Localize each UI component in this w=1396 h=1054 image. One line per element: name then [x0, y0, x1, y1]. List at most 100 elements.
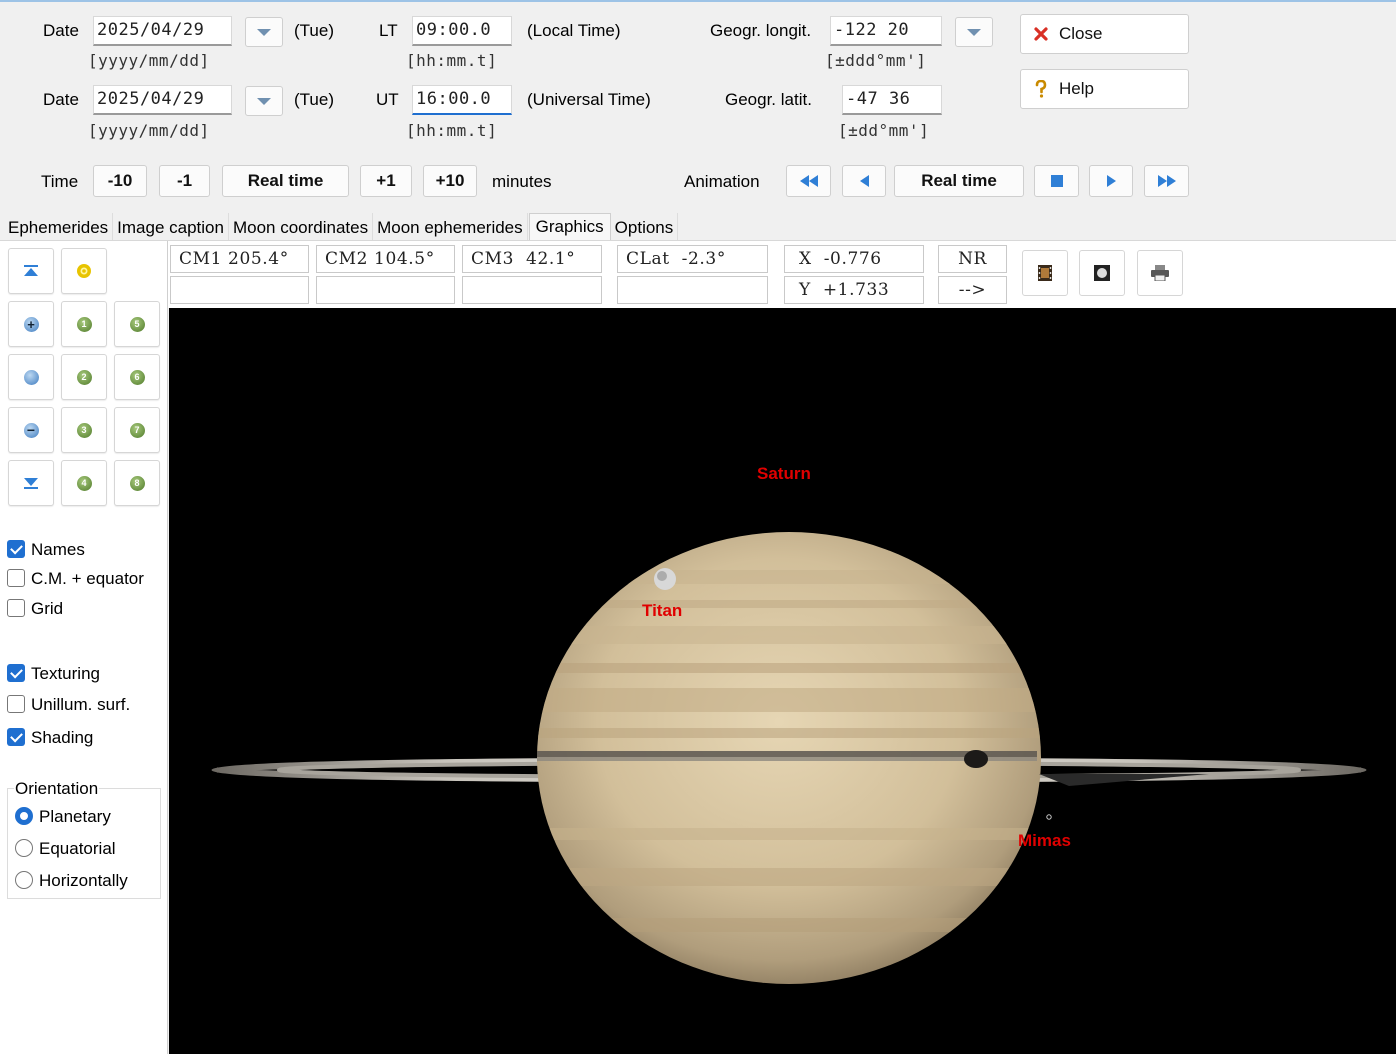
print-button[interactable] — [1137, 250, 1183, 296]
unillum-checkbox[interactable] — [7, 695, 25, 713]
ut-label: UT — [376, 90, 399, 109]
moon-5-button[interactable]: 5 — [114, 301, 160, 347]
tab-graphics[interactable]: Graphics — [528, 213, 611, 242]
fast-rewind-icon — [799, 175, 818, 187]
zoom-in-button[interactable]: + — [8, 301, 54, 347]
play-reverse-icon — [859, 175, 869, 187]
moon-8-icon: 8 — [129, 475, 145, 491]
planet-view[interactable]: Saturn Titan Mimas — [169, 308, 1396, 1054]
ring-front-light — [537, 757, 1037, 761]
tab-moon-coordinates[interactable]: Moon coordinates — [228, 213, 374, 241]
date-field-1[interactable]: 2025/04/29 — [93, 16, 232, 46]
fast-forward-button[interactable] — [1144, 165, 1189, 197]
date-dropdown-1[interactable] — [245, 17, 283, 47]
help-label: Help — [1059, 79, 1094, 98]
tab-moon-ephemerides[interactable]: Moon ephemerides — [373, 213, 528, 241]
reset-zoom-button[interactable] — [8, 354, 54, 400]
lt-field[interactable]: 09:00.0 — [412, 16, 512, 46]
planet-image-icon — [1094, 265, 1110, 281]
texturing-checkbox[interactable] — [7, 664, 25, 682]
shading-label: Shading — [31, 728, 94, 747]
equatorial-radio[interactable] — [15, 839, 33, 857]
direction-arrow[interactable]: --> — [938, 276, 1007, 304]
moon-3-button[interactable]: 3 — [61, 407, 107, 453]
moon-4-icon: 4 — [76, 475, 92, 491]
image-button[interactable] — [1079, 250, 1125, 296]
move-top-button[interactable] — [8, 248, 54, 294]
close-label: Close — [1059, 24, 1103, 43]
sun-center-button[interactable] — [61, 248, 107, 294]
date-hint-1: [yyyy/mm/dd] — [88, 51, 210, 70]
step-back-button[interactable] — [842, 165, 886, 197]
tab-options[interactable]: Options — [610, 213, 679, 241]
horizontally-radio[interactable] — [15, 871, 33, 889]
lt-hint: [hh:mm.t] — [406, 51, 498, 70]
titan-shadow — [964, 750, 988, 768]
tab-ephemerides[interactable]: Ephemerides — [4, 213, 114, 241]
film-button[interactable] — [1022, 250, 1068, 296]
longitude-hint: [±ddd°mm'] — [825, 51, 927, 70]
names-label: Names — [31, 540, 85, 559]
moon-6-button[interactable]: 6 — [114, 354, 160, 400]
stop-icon — [1050, 175, 1063, 187]
help-button[interactable]: Help — [1020, 69, 1189, 109]
date-label-1: Date — [43, 21, 79, 40]
cm1-extra — [170, 276, 309, 304]
plus-1-button[interactable]: +1 — [360, 165, 412, 197]
zoom-out-button[interactable]: − — [8, 407, 54, 453]
orientation-legend: Orientation — [14, 779, 100, 799]
minus-10-button[interactable]: -10 — [93, 165, 147, 197]
mimas-label: Mimas — [1018, 831, 1071, 850]
saturn-label: Saturn — [757, 464, 811, 483]
planetary-radio[interactable] — [15, 807, 33, 825]
move-bottom-button[interactable] — [8, 460, 54, 506]
fast-rewind-button[interactable] — [786, 165, 831, 197]
ut-field[interactable]: 16:00.0 — [412, 85, 512, 115]
moon-1-button[interactable]: 1 — [61, 301, 107, 347]
time-label: Time — [41, 172, 79, 191]
weekday-1: (Tue) — [294, 21, 334, 40]
chevron-down-icon — [967, 28, 981, 36]
shading-checkbox[interactable] — [7, 728, 25, 746]
names-checkbox[interactable] — [7, 540, 25, 558]
play-icon — [1106, 175, 1116, 187]
fast-forward-icon — [1157, 175, 1176, 187]
moon-7-button[interactable]: 7 — [114, 407, 160, 453]
plus-10-button[interactable]: +10 — [423, 165, 477, 197]
equatorial-label: Equatorial — [39, 839, 116, 858]
tab-image-caption[interactable]: Image caption — [113, 213, 229, 241]
animation-realtime-button[interactable]: Real time — [894, 165, 1024, 197]
stop-button[interactable] — [1034, 165, 1079, 197]
date-field-2[interactable]: 2025/04/29 — [93, 85, 232, 115]
close-button[interactable]: Close — [1020, 14, 1189, 54]
unillum-label: Unillum. surf. — [31, 695, 131, 714]
cm-equator-checkbox[interactable] — [7, 569, 25, 587]
nr-readout: NR — [938, 245, 1007, 273]
cm1-readout: CM1 205.4° — [170, 245, 309, 273]
date-dropdown-2[interactable] — [245, 86, 283, 116]
date-hint-2: [yyyy/mm/dd] — [88, 121, 210, 140]
longitude-field[interactable]: -122 20 — [830, 16, 942, 46]
moon-4-button[interactable]: 4 — [61, 460, 107, 506]
cm2-readout: CM2 104.5° — [316, 245, 455, 273]
moon-8-button[interactable]: 8 — [114, 460, 160, 506]
latitude-hint: [±dd°mm'] — [838, 121, 930, 140]
step-forward-button[interactable] — [1089, 165, 1133, 197]
grid-checkbox[interactable] — [7, 599, 25, 617]
zoom-reset-icon — [23, 369, 39, 385]
longitude-dropdown[interactable] — [955, 17, 993, 47]
moon-2-button[interactable]: 2 — [61, 354, 107, 400]
animation-label: Animation — [684, 172, 760, 191]
cm3-extra — [462, 276, 602, 304]
close-icon — [1034, 27, 1048, 41]
date-label-2: Date — [43, 90, 79, 109]
zoom-in-icon: + — [23, 316, 39, 332]
realtime-button[interactable]: Real time — [222, 165, 349, 197]
longitude-label: Geogr. longit. — [710, 21, 812, 40]
zoom-out-icon: − — [23, 422, 39, 438]
printer-icon — [1151, 265, 1169, 281]
minus-1-button[interactable]: -1 — [159, 165, 210, 197]
arrow-top-icon — [24, 265, 38, 276]
cm3-readout: CM3 42.1° — [462, 245, 602, 273]
latitude-field[interactable]: -47 36 — [842, 85, 942, 115]
